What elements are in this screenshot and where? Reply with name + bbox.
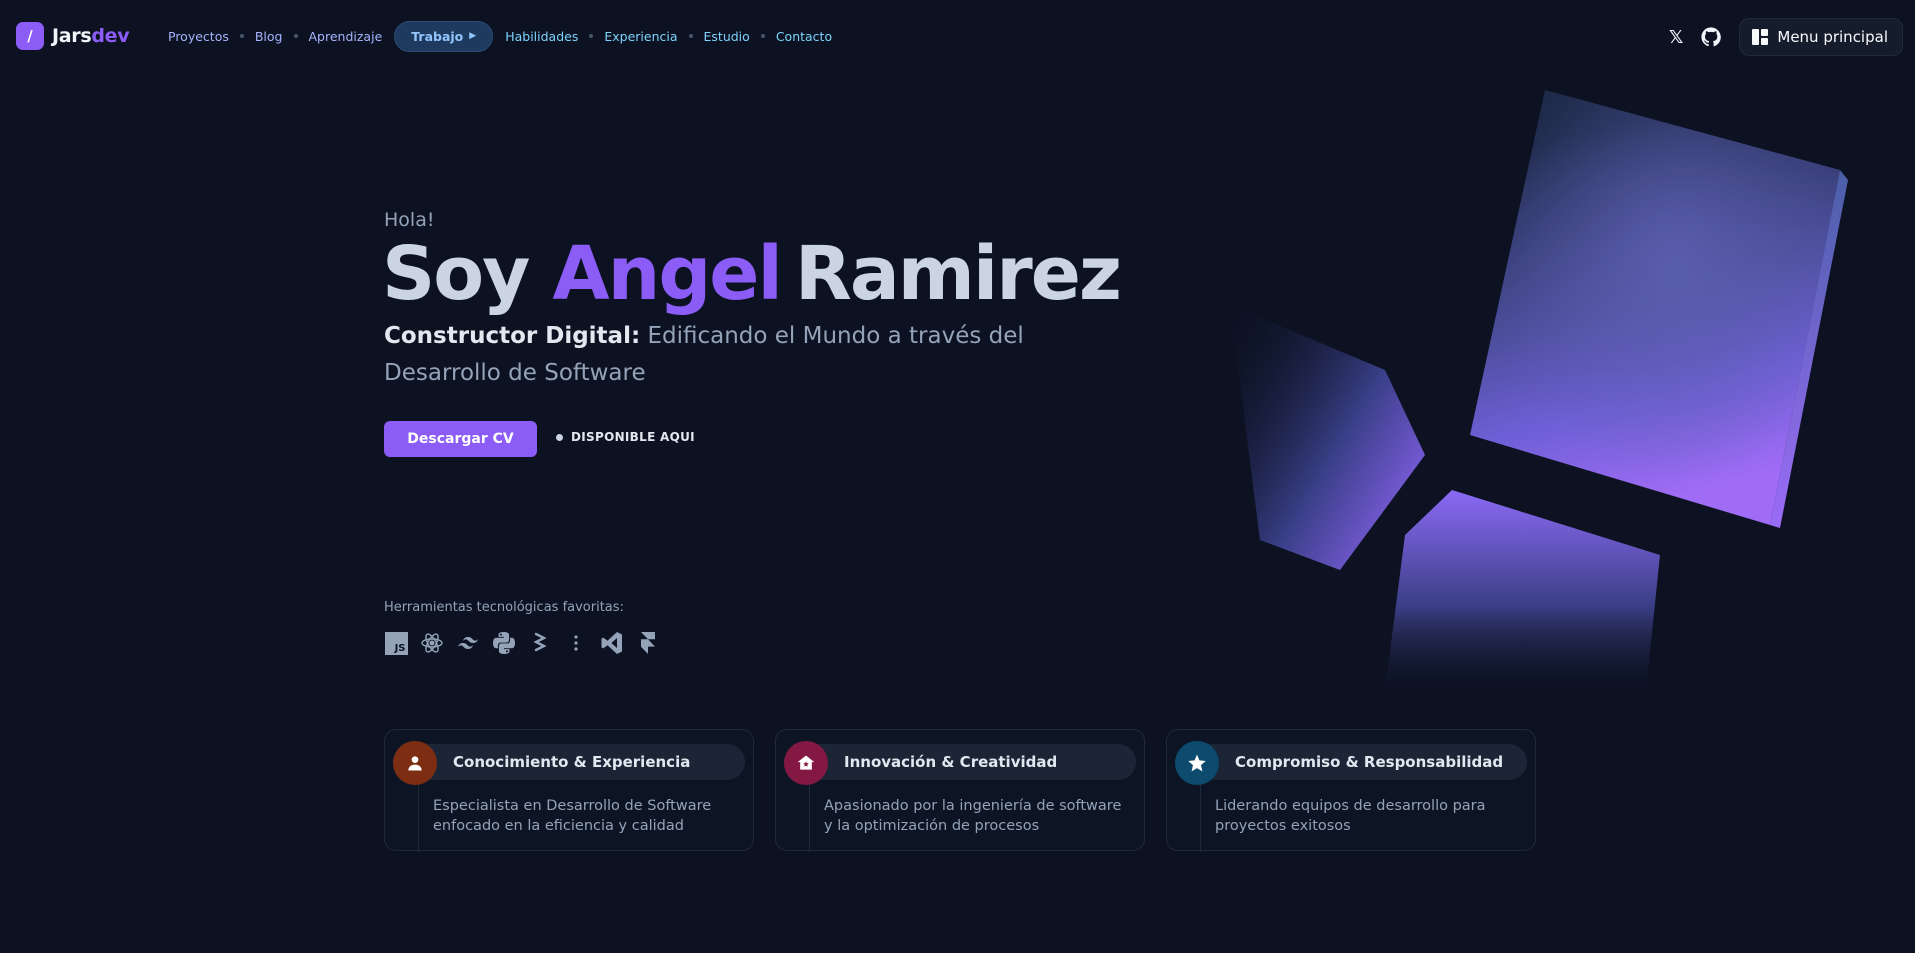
nav-separator (688, 34, 693, 38)
nav-item-blog[interactable]: Blog (255, 29, 283, 44)
availability-status[interactable]: DISPONIBLE AQUI (556, 430, 695, 444)
download-cv-button[interactable]: Descargar CV (384, 421, 537, 457)
feature-card: Innovación & Creatividad Apasionado por … (775, 729, 1145, 852)
x-icon[interactable]: 𝕏 (1669, 27, 1684, 48)
home-icon (784, 741, 828, 785)
user-icon (393, 741, 437, 785)
hero-last-name: Ramirez (794, 231, 1122, 317)
card-title: Compromiso & Responsabilidad (1235, 753, 1504, 771)
availability-label: DISPONIBLE AQUI (571, 430, 695, 444)
nav-item-habilidades[interactable]: Habilidades (505, 29, 578, 44)
nav-item-experiencia[interactable]: Experiencia (604, 29, 677, 44)
more-icon (564, 631, 588, 655)
logo-badge: / (16, 22, 44, 50)
star-icon (1175, 741, 1219, 785)
main-nav: Proyectos Blog Aprendizaje Trabajo ▶ Hab… (168, 20, 832, 52)
hero-subtitle-strong: Constructor Digital: (384, 323, 641, 349)
git-icon (528, 631, 552, 655)
tailwind-icon (456, 631, 480, 655)
main-menu-button[interactable]: Menu principal (1739, 18, 1903, 56)
react-icon (420, 631, 444, 655)
python-icon (492, 631, 516, 655)
card-title: Innovación & Creatividad (844, 753, 1058, 771)
feature-card: Compromiso & Responsabilidad Liderando e… (1166, 729, 1536, 852)
hero-subtitle: Constructor Digital: Edificando el Mundo… (384, 318, 1024, 392)
card-description: Especialista en Desarrollo de Software e… (433, 798, 712, 834)
hero-title: Soy Angel Ramirez (382, 231, 1122, 317)
nav-item-estudio[interactable]: Estudio (704, 29, 750, 44)
card-title: Conocimiento & Experiencia (453, 753, 691, 771)
main-menu-label: Menu principal (1777, 28, 1888, 46)
framer-icon (636, 631, 660, 655)
nav-pill-label: Trabajo (411, 28, 464, 44)
top-nav: / Jarsdev Proyectos Blog Aprendizaje Tra… (0, 0, 1915, 72)
hero-title-prefix: Soy (382, 231, 530, 317)
nav-separator (760, 34, 765, 38)
vscode-icon (600, 631, 624, 655)
hero-cubes-illustration (1230, 90, 1848, 700)
nav-item-trabajo[interactable]: Trabajo ▶ (394, 20, 494, 52)
nav-item-aprendizaje[interactable]: Aprendizaje (309, 29, 383, 44)
feature-card: Conocimiento & Experiencia Especialista … (384, 729, 754, 852)
tools-icons: JS (384, 631, 660, 655)
hero-greeting: Hola! (384, 209, 435, 231)
card-description: Apasionado por la ingeniería de software… (824, 798, 1122, 834)
brand-logo[interactable]: / Jarsdev (16, 22, 130, 50)
nav-separator (589, 34, 594, 38)
nav-separator (239, 34, 244, 38)
github-icon[interactable] (1701, 27, 1722, 47)
status-dot-icon (556, 433, 563, 441)
logo-text: Jarsdev (52, 25, 130, 47)
javascript-icon: JS (384, 631, 408, 655)
play-icon: ▶ (469, 31, 477, 41)
nav-actions: 𝕏 Menu principal (1669, 18, 1903, 56)
layout-icon (1752, 29, 1769, 45)
card-description: Liderando equipos de desarrollo para pro… (1215, 798, 1486, 834)
nav-separator (293, 34, 298, 38)
tools-label: Herramientas tecnológicas favoritas: (384, 600, 624, 615)
nav-item-proyectos[interactable]: Proyectos (168, 29, 229, 44)
hero-first-name: Angel (552, 231, 782, 317)
nav-item-contacto[interactable]: Contacto (776, 29, 832, 44)
